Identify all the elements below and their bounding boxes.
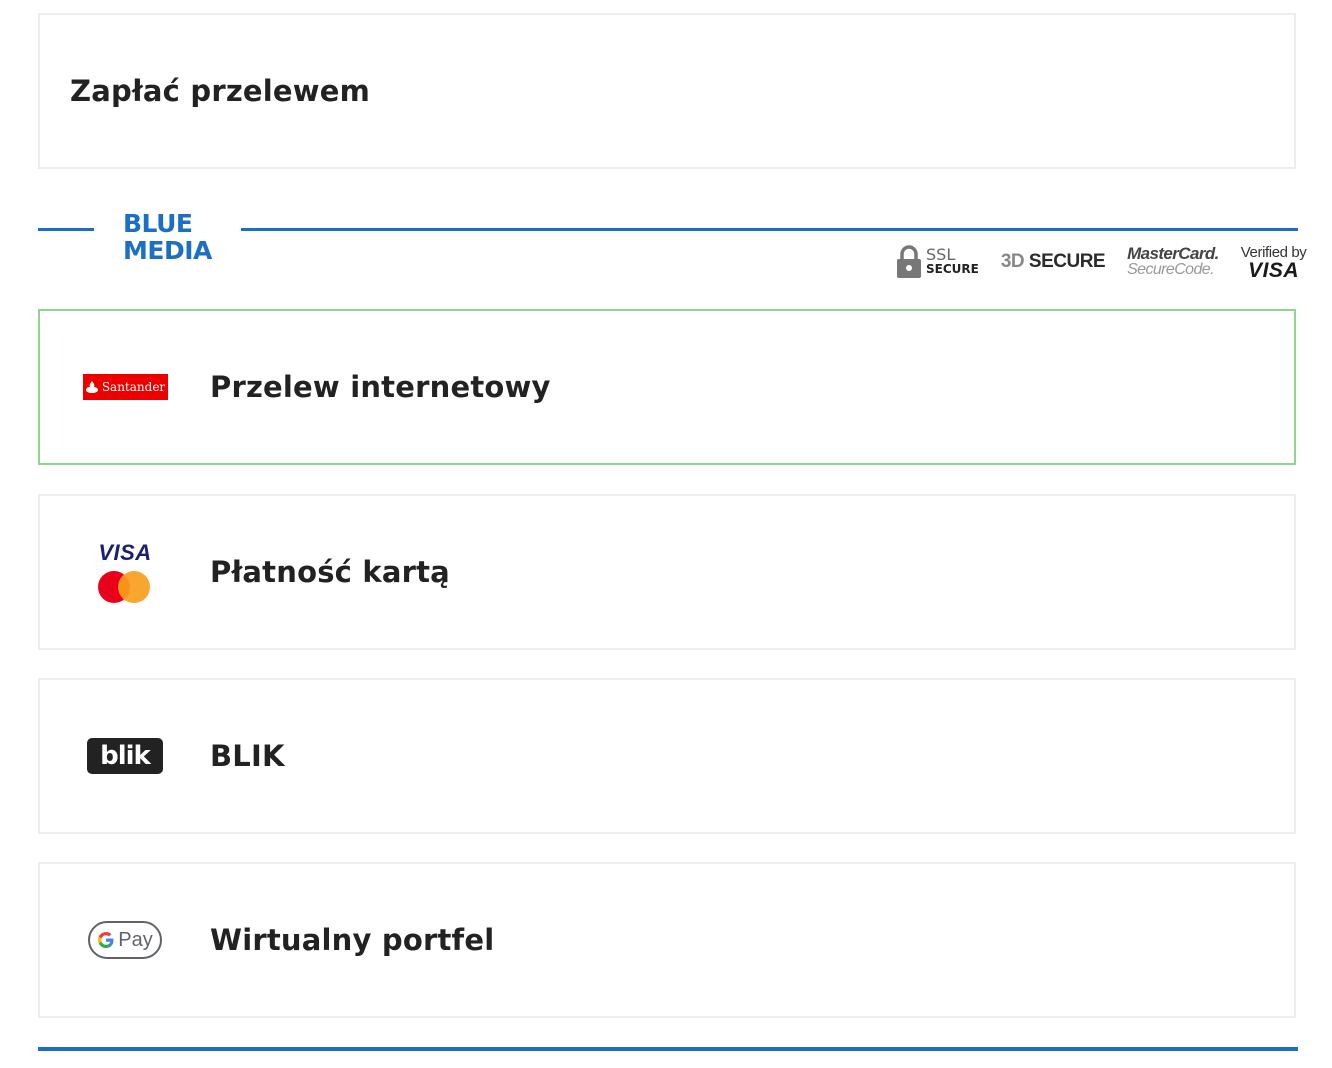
payment-method-card[interactable]: VISA Płatność kartą	[38, 494, 1296, 650]
lock-icon	[897, 245, 921, 278]
verified-by-visa-badge: Verified by VISA	[1241, 244, 1307, 282]
ssl-text: SSL	[926, 245, 956, 264]
google-g-icon	[98, 932, 114, 948]
3d-secure-badge: 3D SECURE	[1000, 251, 1106, 273]
santander-text: Santander	[101, 380, 166, 394]
bottom-divider	[38, 1047, 1298, 1051]
ssl-secure-badge: SSL SECURE	[896, 245, 979, 279]
santander-logo: Santander	[40, 311, 210, 463]
payment-method-label: Wirtualny portfel	[210, 923, 495, 957]
payment-method-wallet[interactable]: Pay Wirtualny portfel	[38, 862, 1296, 1018]
3d-secure-text: SECURE	[1028, 251, 1106, 272]
securecode-text: SecureCode.	[1127, 261, 1214, 278]
blue-media-logo: BLUE MEDIA	[123, 210, 212, 264]
payment-method-bank-transfer[interactable]: Santander Przelew internetowy	[38, 309, 1296, 465]
visa-mastercard-logo: VISA	[40, 496, 210, 648]
blik-logo-text: blik	[87, 738, 163, 774]
mastercard-icon	[98, 570, 152, 604]
payment-method-label: Przelew internetowy	[210, 370, 551, 404]
3d-text: 3D	[1000, 251, 1025, 272]
blue-media-logo-line1: BLUE	[123, 209, 193, 238]
ssl-secure-text: SECURE	[926, 262, 979, 276]
payment-method-label: Płatność kartą	[210, 555, 450, 589]
gpay-text: Pay	[118, 928, 153, 951]
pay-by-transfer-option[interactable]: Zapłać przelewem	[38, 13, 1296, 169]
divider-right	[241, 228, 1298, 231]
security-badges: SSL SECURE 3D SECURE MasterCard. SecureC…	[896, 240, 1307, 284]
santander-flame-icon	[85, 381, 98, 393]
payment-method-blik[interactable]: blik BLIK	[38, 678, 1296, 834]
gpay-logo: Pay	[40, 864, 210, 1016]
pay-by-transfer-label: Zapłać przelewem	[70, 74, 371, 108]
blik-logo: blik	[40, 680, 210, 832]
mastercard-securecode-badge: MasterCard. SecureCode.	[1127, 244, 1219, 278]
divider-left	[38, 228, 94, 231]
visa-text: VISA	[1248, 259, 1300, 282]
payment-method-label: BLIK	[210, 739, 285, 773]
blue-media-logo-line2: MEDIA	[123, 236, 212, 265]
visa-logo: VISA	[98, 540, 152, 565]
mastercard-text: MasterCard.	[1127, 244, 1219, 263]
